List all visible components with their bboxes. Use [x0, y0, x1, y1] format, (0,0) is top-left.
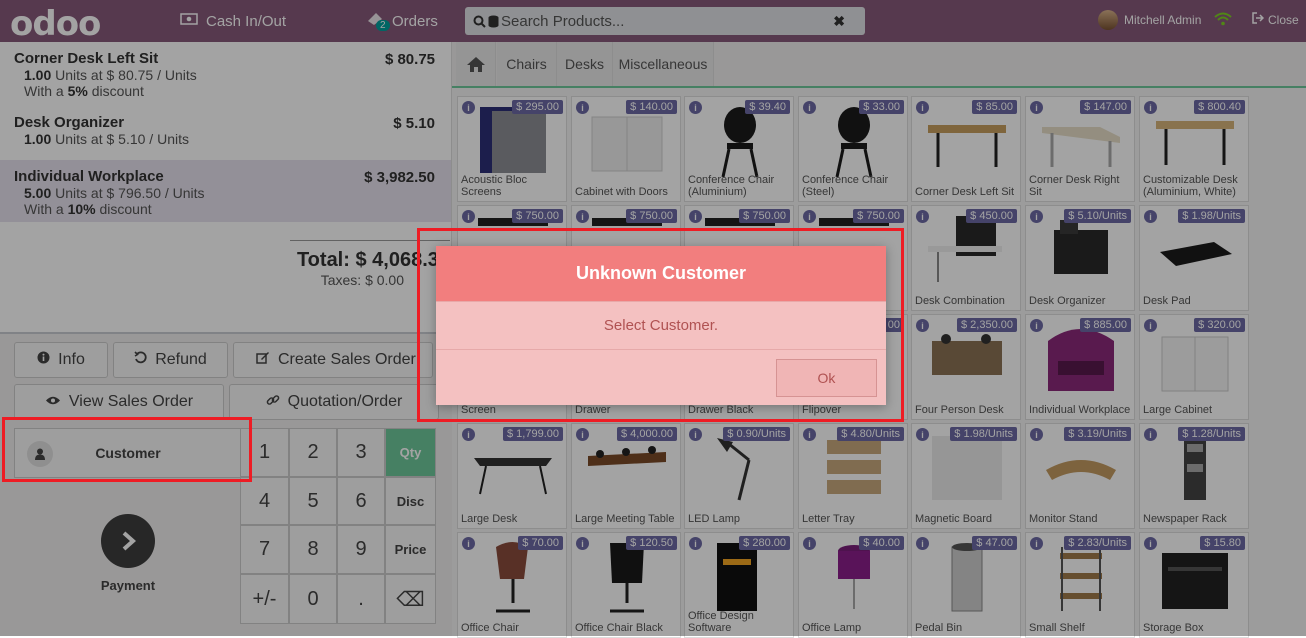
dialog-highlight: [417, 228, 904, 422]
customer-button-highlight: [2, 417, 252, 482]
